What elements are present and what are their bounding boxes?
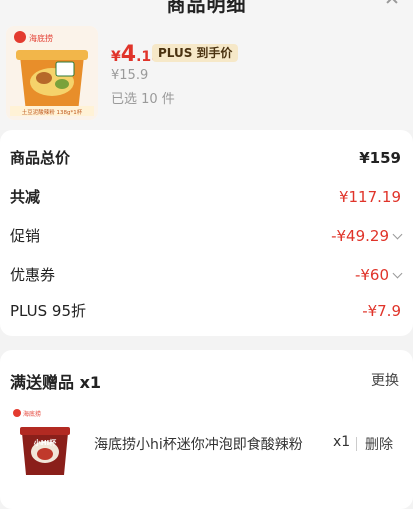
total-discount-value: ¥117.19 [338, 188, 401, 206]
gift-card: 满送赠品 x1 更换 海底捞 小HI杯 海底捞小hi杯迷你冲泡即食酸辣粉 x1 … [0, 350, 413, 509]
gift-cup-text: 小HI杯 [33, 438, 57, 447]
product-image: 海底捞 土豆泥酸辣粉 138g*1杯 [6, 26, 98, 120]
price-integer: 4 [120, 42, 137, 67]
plus-badge-suffix: 到手价 [196, 46, 233, 60]
delete-gift-button[interactable]: 删除 [365, 434, 393, 454]
plus-discount-row: PLUS 95折 -¥7.9 [10, 300, 401, 322]
total-price-label: 商品总价 [10, 149, 71, 167]
promotion-value: -¥49.29 [331, 227, 389, 245]
promotion-label: 促销 [10, 227, 41, 245]
sheet-title: 商品明细 [166, 0, 247, 16]
gift-image: 海底捞 小HI杯 [8, 405, 82, 481]
price-currency: ¥ [111, 49, 121, 65]
product-brand-logo: 海底捞 [29, 33, 53, 43]
gift-brand-logo: 海底捞 [23, 410, 41, 418]
product-thumb-caption: 土豆泥酸辣粉 138g*1杯 [22, 108, 83, 116]
total-discount-label: 共减 [10, 188, 41, 206]
close-icon[interactable] [385, 0, 399, 5]
chevron-down-icon [392, 268, 403, 279]
gift-name: 海底捞小hi杯迷你冲泡即食酸辣粉 [94, 437, 303, 453]
product-header: 商品明细 海底捞 土豆泥酸辣粉 138g*1杯 ¥4.18 PLUS 到手价 ¥1… [0, 0, 413, 130]
plus-price-badge: PLUS 到手价 [152, 44, 239, 62]
chevron-down-icon [392, 229, 403, 240]
promotion-row[interactable]: 促销 -¥49.29 [10, 225, 403, 247]
total-price-value: ¥159 [359, 149, 401, 167]
total-price-row: 商品总价 ¥159 [10, 147, 401, 169]
divider [356, 437, 357, 451]
coupon-value: -¥60 [354, 266, 389, 284]
change-gift-button[interactable]: 更换 [371, 370, 399, 390]
gift-quantity: x1 [333, 434, 351, 450]
original-price: ¥15.9 [111, 68, 149, 83]
plus-discount-value: -¥7.9 [362, 302, 401, 320]
gift-title: 满送赠品 x1 [10, 373, 102, 392]
plus-discount-label: PLUS 95折 [10, 302, 87, 320]
price-summary-card: 商品总价 ¥159 共减 ¥117.19 促销 -¥49.29 优惠券 -¥60… [0, 130, 413, 336]
total-discount-row: 共减 ¥117.19 [10, 186, 401, 208]
selected-count: 已选 10 件 [111, 92, 175, 107]
coupon-row[interactable]: 优惠券 -¥60 [10, 264, 403, 286]
plus-badge-label: PLUS [158, 46, 193, 60]
coupon-label: 优惠券 [10, 266, 56, 284]
